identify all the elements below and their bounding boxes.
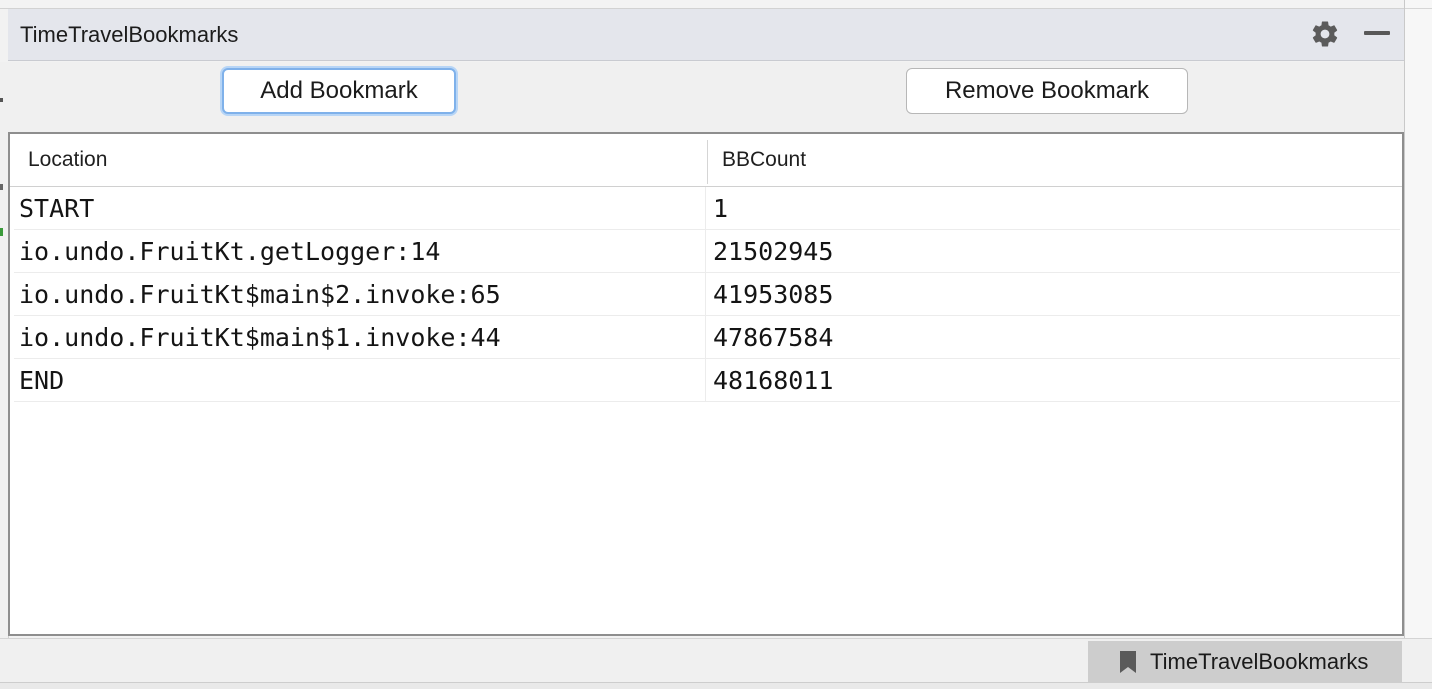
panel-title: TimeTravelBookmarks — [20, 22, 239, 47]
bbcount-cell: 41953085 — [713, 279, 834, 309]
bbcount-cell: 47867584 — [713, 322, 834, 352]
location-cell: END — [19, 365, 65, 395]
bookmark-icon — [1120, 651, 1136, 673]
bookmarks-table: Location BBCount START 1 io.undo.FruitKt… — [8, 132, 1404, 636]
tool-window-tab-label: TimeTravelBookmarks — [1150, 649, 1369, 674]
location-cell: START — [19, 193, 95, 223]
tool-window-tab-timetravelbookmarks[interactable]: TimeTravelBookmarks — [1088, 641, 1402, 683]
editor-right-edge — [1404, 0, 1432, 640]
location-cell: io.undo.FruitKt.getLogger:14 — [19, 236, 441, 266]
table-header: Location BBCount — [10, 134, 1402, 187]
minimize-icon[interactable] — [1364, 31, 1390, 35]
panel-header: TimeTravelBookmarks — [8, 9, 1404, 61]
table-row[interactable]: io.undo.FruitKt.getLogger:14 21502945 — [14, 230, 1400, 273]
bbcount-cell: 21502945 — [713, 236, 834, 266]
column-header-bbcount[interactable]: BBCount — [722, 134, 1382, 186]
table-row[interactable]: START 1 — [14, 187, 1400, 230]
add-bookmark-button[interactable]: Add Bookmark — [222, 68, 456, 114]
table-row[interactable]: END 48168011 — [14, 359, 1400, 402]
location-cell: io.undo.FruitKt$main$1.invoke:44 — [19, 322, 501, 352]
left-edge-marker — [0, 184, 3, 190]
column-header-location[interactable]: Location — [28, 134, 708, 186]
gear-icon[interactable] — [1310, 19, 1340, 49]
column-divider[interactable] — [707, 140, 708, 184]
toolbar: Add Bookmark Remove Bookmark — [8, 62, 1404, 132]
bottom-tool-window-bar: TimeTravelBookmarks — [0, 638, 1432, 683]
top-strip — [0, 0, 1404, 9]
table-body: START 1 io.undo.FruitKt.getLogger:14 215… — [14, 187, 1400, 402]
table-row[interactable]: io.undo.FruitKt$main$2.invoke:65 4195308… — [14, 273, 1400, 316]
left-edge-marker — [0, 98, 3, 102]
remove-bookmark-button[interactable]: Remove Bookmark — [906, 68, 1188, 114]
left-edge-marker — [0, 228, 3, 236]
bbcount-cell: 1 — [713, 193, 729, 223]
location-cell: io.undo.FruitKt$main$2.invoke:65 — [19, 279, 501, 309]
bbcount-cell: 48168011 — [713, 365, 834, 395]
table-row[interactable]: io.undo.FruitKt$main$1.invoke:44 4786758… — [14, 316, 1400, 359]
